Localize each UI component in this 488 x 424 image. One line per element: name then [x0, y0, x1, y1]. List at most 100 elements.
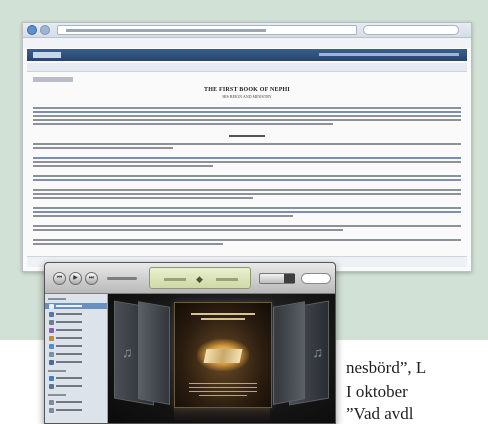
playlist-icon [49, 407, 54, 413]
article-text: ”Vad avdl [346, 404, 414, 423]
tv-icon [49, 319, 54, 325]
sidebar-item-ringtones[interactable] [49, 351, 82, 357]
itunes-toolbar: ⏮ ▶ ⏭ ◆ [45, 263, 335, 294]
sidebar-item-tv-shows[interactable] [49, 319, 82, 325]
sidebar-item-itunes-store[interactable] [49, 375, 82, 381]
apps-icon [49, 343, 54, 349]
open-book-icon [203, 349, 243, 363]
book-icon [49, 335, 54, 341]
site-nav[interactable] [319, 53, 459, 56]
previous-track-button[interactable]: ⏮ [53, 272, 66, 285]
text-line [33, 147, 173, 149]
cover-title [191, 313, 255, 315]
sidebar-section-header [48, 394, 66, 396]
address-text [66, 29, 266, 32]
article-text: I oktober [346, 382, 408, 401]
sidebar-item-label [56, 385, 82, 388]
sidebar-item-radio[interactable] [49, 359, 82, 365]
sidebar-item-music[interactable] [45, 303, 107, 309]
album-cover[interactable] [138, 301, 170, 405]
browser-toolbar [23, 23, 471, 38]
view-switcher[interactable] [259, 273, 295, 284]
playlist-icon [49, 399, 54, 405]
apple-icon: ◆ [196, 274, 203, 284]
store-icon [49, 375, 54, 381]
sidebar-item-label [56, 401, 82, 404]
cover-flow-view-button[interactable] [284, 274, 295, 283]
music-note-icon: ♫ [122, 344, 133, 360]
cover-title [201, 318, 245, 320]
text-line [33, 157, 461, 159]
document-title: THE FIRST BOOK OF NEPHI [204, 87, 290, 93]
bookmarks-bar [23, 38, 471, 48]
document-tools[interactable] [33, 77, 73, 82]
sidebar-item-label [56, 329, 82, 332]
cover-text [189, 383, 257, 384]
next-track-button[interactable]: ⏭ [85, 272, 98, 285]
text-line [33, 193, 461, 195]
sidebar-item-playlist[interactable] [49, 407, 82, 413]
music-note-icon: ♫ [312, 344, 324, 360]
sidebar-item-label [56, 361, 82, 364]
sidebar-item-label [56, 321, 82, 324]
section-heading [229, 135, 265, 137]
selected-album-cover[interactable] [174, 302, 272, 408]
sidebar-section-header [48, 298, 66, 300]
text-line [33, 189, 461, 191]
site-subnav [27, 63, 467, 72]
text-line [33, 119, 461, 121]
cover-flow-view[interactable]: ♫ ♫ [108, 294, 335, 423]
volume-slider[interactable] [107, 277, 137, 280]
site-logo[interactable] [33, 52, 61, 58]
back-button[interactable] [27, 25, 37, 35]
play-button[interactable]: ▶ [69, 272, 82, 285]
sidebar-item-label [56, 313, 82, 316]
sidebar-item-applications[interactable] [49, 343, 82, 349]
text-line [33, 229, 343, 231]
cover-text [189, 387, 257, 388]
address-bar[interactable] [57, 25, 357, 35]
document-byline: HIS REIGN AND MINISTRY [222, 94, 272, 99]
sidebar-section-header [48, 370, 66, 372]
text-line [33, 165, 213, 167]
text-line [33, 211, 461, 213]
radio-icon [49, 359, 54, 365]
text-line [33, 115, 461, 117]
sidebar-item-playlist[interactable] [49, 399, 82, 405]
text-line [33, 215, 293, 217]
document-content: THE FIRST BOOK OF NEPHI HIS REIGN AND MI… [33, 77, 461, 263]
sidebar-item-label [56, 353, 82, 356]
sidebar-item-podcasts[interactable] [49, 327, 82, 333]
movies-icon [49, 311, 54, 317]
sidebar-item-audiobooks[interactable] [49, 335, 82, 341]
forward-button[interactable] [40, 25, 50, 35]
text-line [33, 239, 461, 241]
sidebar-item-movies[interactable] [49, 311, 82, 317]
sidebar-item-purchased[interactable] [49, 383, 82, 389]
status-line [216, 278, 238, 281]
sidebar-item-label [56, 409, 82, 412]
itunes-sidebar [45, 294, 108, 423]
text-line [33, 123, 333, 125]
text-line [33, 179, 461, 181]
text-line [33, 225, 461, 227]
article-text: nesbörd”, L [346, 358, 427, 377]
text-line [33, 243, 223, 245]
text-line [33, 161, 461, 163]
text-line [33, 107, 461, 109]
cover-text [199, 395, 247, 396]
status-display: ◆ [149, 267, 251, 289]
browser-search-box[interactable] [363, 25, 459, 35]
podcast-icon [49, 327, 54, 333]
text-line [33, 175, 461, 177]
text-line [33, 143, 461, 145]
purchased-icon [49, 383, 54, 389]
sidebar-item-label [56, 305, 82, 308]
browser-window: THE FIRST BOOK OF NEPHI HIS REIGN AND MI… [22, 22, 472, 272]
album-cover[interactable] [273, 301, 305, 405]
text-line [33, 207, 461, 209]
cover-text [189, 391, 257, 392]
site-header [27, 49, 467, 61]
status-line [164, 278, 186, 281]
itunes-search-field[interactable] [301, 273, 331, 284]
